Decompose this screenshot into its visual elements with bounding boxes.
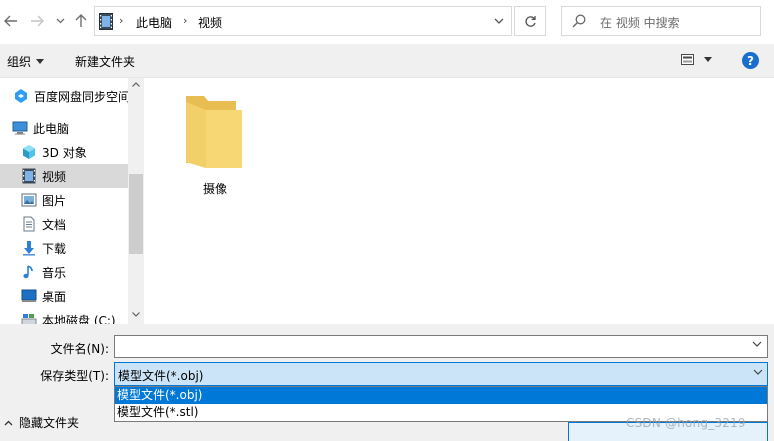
refresh-button[interactable] [514, 6, 546, 36]
sidebar-item-baidu-netdisk[interactable]: 百度网盘同步空间 [0, 84, 141, 108]
sidebar-item-videos[interactable]: 视频 [0, 164, 144, 188]
sidebar-scrollbar-thumb[interactable] [129, 174, 143, 254]
address-box[interactable]: › 此电脑 › 视频 [94, 6, 512, 36]
sidebar-item-local-disk[interactable]: 本地磁盘 (C:) [0, 308, 144, 324]
local-disk-icon [21, 314, 37, 324]
video-folder-icon [99, 13, 113, 30]
file-list: 摄像 [144, 78, 774, 324]
folder-label: 摄像 [202, 182, 227, 196]
baidu-netdisk-icon [15, 89, 27, 103]
new-folder-button[interactable]: 新建文件夹 [75, 53, 135, 70]
caret-down-icon [704, 57, 712, 62]
watermark: CSDN @hong_3219 [626, 416, 746, 430]
sidebar-item-downloads[interactable]: 下载 [0, 236, 144, 260]
breadcrumb-videos[interactable]: 视频 [198, 14, 222, 31]
search-box[interactable]: 在 视频 中搜索 [561, 6, 761, 36]
savetype-option-obj[interactable]: 模型文件(*.obj) [115, 387, 767, 404]
sidebar-item-label: 百度网盘同步空间 [34, 89, 131, 104]
sidebar-item-label: 此电脑 [33, 121, 70, 136]
sidebar-item-label: 下载 [42, 241, 67, 256]
back-arrow-icon [4, 15, 17, 27]
chevron-right-icon: › [183, 14, 188, 27]
help-icon: ? [747, 53, 754, 68]
chevron-right-icon: › [119, 14, 124, 27]
recent-locations-button[interactable] [52, 10, 68, 32]
organize-label: 组织 [7, 55, 32, 69]
address-bar: › 此电脑 › 视频 在 视频 中搜索 [0, 0, 774, 44]
up-arrow-icon [75, 14, 87, 27]
forward-button[interactable] [26, 10, 48, 32]
sidebar-item-label: 视频 [42, 169, 67, 184]
downloads-icon [23, 241, 35, 256]
sidebar-item-label: 音乐 [42, 265, 67, 280]
folder-item[interactable]: 摄像 [180, 92, 250, 202]
music-icon [23, 265, 33, 279]
save-options-panel: 文件名(N): 保存类型(T): 模型文件(*.obj) 模型文件(*.obj)… [0, 324, 774, 441]
filename-label: 文件名(N): [50, 342, 109, 356]
breadcrumb-this-pc[interactable]: 此电脑 [136, 14, 172, 31]
chevron-down-icon[interactable] [752, 341, 762, 347]
organize-button[interactable]: 组织 [7, 53, 45, 70]
view-options-button[interactable] [681, 54, 712, 65]
forward-arrow-icon [31, 15, 44, 27]
folder-icon [186, 96, 242, 168]
savetype-select[interactable]: 模型文件(*.obj) [114, 362, 768, 386]
sidebar-item-pictures[interactable]: 图片 [0, 188, 144, 212]
sidebar-item-label: 3D 对象 [42, 145, 87, 160]
sidebar-item-desktop[interactable]: 桌面 [0, 284, 144, 308]
chevron-down-icon [56, 18, 64, 24]
chevron-up-icon [4, 420, 13, 425]
sidebar-item-this-pc[interactable]: 此电脑 [0, 116, 140, 140]
sidebar-item-label: 桌面 [42, 289, 67, 304]
video-icon [22, 168, 36, 184]
desktop-icon [21, 289, 37, 302]
scroll-up-arrow-icon[interactable] [132, 82, 140, 87]
documents-icon [23, 216, 35, 232]
savetype-label: 保存类型(T): [40, 369, 109, 383]
view-layout-icon [681, 54, 694, 65]
filename-input[interactable] [114, 335, 768, 358]
back-button[interactable] [0, 10, 22, 32]
hide-folders-button[interactable]: 隐藏文件夹 [4, 414, 79, 431]
computer-icon [12, 121, 28, 135]
sidebar-item-label: 图片 [42, 193, 67, 208]
sidebar-item-label: 文档 [42, 217, 67, 232]
sidebar-item-music[interactable]: 音乐 [0, 260, 144, 284]
chevron-down-icon [753, 369, 763, 375]
search-placeholder: 在 视频 中搜索 [600, 16, 680, 30]
navigation-pane: 百度网盘同步空间 此电脑 3D 对象 视频 图片 文档 下载 音乐 桌面 本地磁… [0, 78, 144, 324]
search-icon [572, 14, 586, 28]
3d-objects-icon [23, 145, 35, 159]
command-toolbar: 组织 新建文件夹 ? [0, 44, 774, 78]
refresh-icon [524, 15, 536, 27]
scroll-down-arrow-icon[interactable] [132, 312, 140, 317]
up-button[interactable] [70, 10, 92, 32]
sidebar-item-label: 本地磁盘 (C:) [42, 313, 116, 325]
help-button[interactable]: ? [742, 52, 759, 69]
savetype-value: 模型文件(*.obj) [118, 369, 204, 383]
pictures-icon [21, 193, 37, 207]
sidebar-item-3d-objects[interactable]: 3D 对象 [0, 140, 144, 164]
sidebar-item-documents[interactable]: 文档 [0, 212, 144, 236]
caret-down-icon [36, 59, 45, 64]
chevron-down-icon[interactable] [493, 15, 505, 27]
hide-folders-label: 隐藏文件夹 [19, 416, 80, 430]
